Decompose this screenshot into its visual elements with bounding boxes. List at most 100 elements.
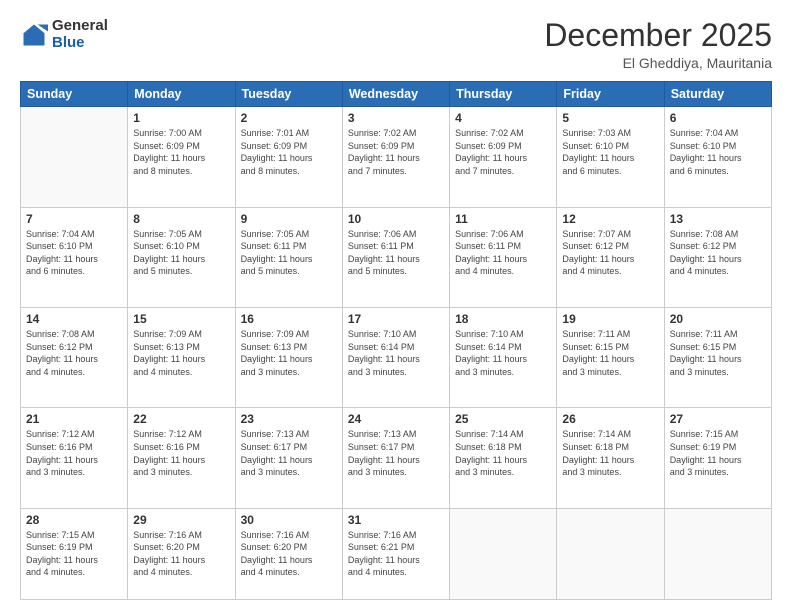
day-number: 31 [348, 513, 444, 527]
weekday-header-friday: Friday [557, 82, 664, 107]
calendar-cell: 29 Sunrise: 7:16 AMSunset: 6:20 PMDayligh… [128, 508, 235, 599]
day-info: Sunrise: 7:06 AMSunset: 6:11 PMDaylight:… [455, 228, 551, 278]
day-number: 21 [26, 412, 122, 426]
logo: General Blue [20, 18, 108, 51]
calendar-cell: 13 Sunrise: 7:08 AMSunset: 6:12 PMDayligh… [664, 207, 771, 307]
day-number: 9 [241, 212, 337, 226]
day-info: Sunrise: 7:05 AMSunset: 6:11 PMDaylight:… [241, 228, 337, 278]
day-number: 4 [455, 111, 551, 125]
day-info: Sunrise: 7:04 AMSunset: 6:10 PMDaylight:… [670, 127, 766, 177]
calendar-cell [664, 508, 771, 599]
day-number: 6 [670, 111, 766, 125]
day-info: Sunrise: 7:08 AMSunset: 6:12 PMDaylight:… [26, 328, 122, 378]
day-info: Sunrise: 7:02 AMSunset: 6:09 PMDaylight:… [455, 127, 551, 177]
day-number: 12 [562, 212, 658, 226]
day-number: 30 [241, 513, 337, 527]
calendar-week-4: 21 Sunrise: 7:12 AMSunset: 6:16 PMDayligh… [21, 408, 772, 508]
day-number: 19 [562, 312, 658, 326]
day-info: Sunrise: 7:14 AMSunset: 6:18 PMDaylight:… [562, 428, 658, 478]
day-info: Sunrise: 7:07 AMSunset: 6:12 PMDaylight:… [562, 228, 658, 278]
calendar-cell: 26Sunrise: 7:14 AMSunset: 6:18 PMDayligh… [557, 408, 664, 508]
weekday-header-tuesday: Tuesday [235, 82, 342, 107]
calendar-cell: 27 Sunrise: 7:15 AMSunset: 6:19 PMDayligh… [664, 408, 771, 508]
calendar-cell: 2 Sunrise: 7:01 AMSunset: 6:09 PMDaylight… [235, 107, 342, 207]
logo-text-general: General Blue [52, 18, 108, 51]
calendar-cell: 7 Sunrise: 7:04 AMSunset: 6:10 PMDaylight… [21, 207, 128, 307]
calendar-cell: 4 Sunrise: 7:02 AMSunset: 6:09 PMDaylight… [450, 107, 557, 207]
day-info: Sunrise: 7:12 AMSunset: 6:16 PMDaylight:… [133, 428, 229, 478]
weekday-header-sunday: Sunday [21, 82, 128, 107]
day-info: Sunrise: 7:13 AMSunset: 6:17 PMDaylight:… [241, 428, 337, 478]
day-info: Sunrise: 7:06 AMSunset: 6:11 PMDaylight:… [348, 228, 444, 278]
calendar-cell: 10 Sunrise: 7:06 AMSunset: 6:11 PMDayligh… [342, 207, 449, 307]
day-info: Sunrise: 7:08 AMSunset: 6:12 PMDaylight:… [670, 228, 766, 278]
day-number: 18 [455, 312, 551, 326]
day-number: 15 [133, 312, 229, 326]
calendar-cell: 18 Sunrise: 7:10 AMSunset: 6:14 PMDayligh… [450, 307, 557, 407]
day-info: Sunrise: 7:16 AMSunset: 6:20 PMDaylight:… [133, 529, 229, 579]
day-info: Sunrise: 7:05 AMSunset: 6:10 PMDaylight:… [133, 228, 229, 278]
calendar-cell: 17Sunrise: 7:10 AMSunset: 6:14 PMDayligh… [342, 307, 449, 407]
calendar-cell: 28Sunrise: 7:15 AMSunset: 6:19 PMDayligh… [21, 508, 128, 599]
weekday-header-wednesday: Wednesday [342, 82, 449, 107]
calendar-week-1: 1Sunrise: 7:00 AMSunset: 6:09 PMDaylight… [21, 107, 772, 207]
calendar-week-3: 14 Sunrise: 7:08 AMSunset: 6:12 PMDayligh… [21, 307, 772, 407]
logo-icon [20, 21, 48, 49]
calendar-cell: 20Sunrise: 7:11 AMSunset: 6:15 PMDayligh… [664, 307, 771, 407]
day-number: 22 [133, 412, 229, 426]
day-number: 7 [26, 212, 122, 226]
calendar-cell: 5Sunrise: 7:03 AMSunset: 6:10 PMDaylight… [557, 107, 664, 207]
calendar-cell: 22 Sunrise: 7:12 AMSunset: 6:16 PMDayligh… [128, 408, 235, 508]
calendar-cell: 8Sunrise: 7:05 AMSunset: 6:10 PMDaylight… [128, 207, 235, 307]
day-info: Sunrise: 7:16 AMSunset: 6:20 PMDaylight:… [241, 529, 337, 579]
day-info: Sunrise: 7:15 AMSunset: 6:19 PMDaylight:… [670, 428, 766, 478]
calendar-cell: 12 Sunrise: 7:07 AMSunset: 6:12 PMDayligh… [557, 207, 664, 307]
day-info: Sunrise: 7:04 AMSunset: 6:10 PMDaylight:… [26, 228, 122, 278]
calendar-cell: 11 Sunrise: 7:06 AMSunset: 6:11 PMDayligh… [450, 207, 557, 307]
day-number: 29 [133, 513, 229, 527]
calendar-cell: 25 Sunrise: 7:14 AMSunset: 6:18 PMDayligh… [450, 408, 557, 508]
calendar-cell: 14 Sunrise: 7:08 AMSunset: 6:12 PMDayligh… [21, 307, 128, 407]
day-number: 13 [670, 212, 766, 226]
month-title: December 2025 [544, 18, 772, 53]
day-number: 23 [241, 412, 337, 426]
calendar-cell: 21 Sunrise: 7:12 AMSunset: 6:16 PMDayligh… [21, 408, 128, 508]
page: General Blue December 2025 El Gheddiya, … [0, 0, 792, 612]
day-info: Sunrise: 7:11 AMSunset: 6:15 PMDaylight:… [670, 328, 766, 378]
day-info: Sunrise: 7:01 AMSunset: 6:09 PMDaylight:… [241, 127, 337, 177]
calendar-cell: 16Sunrise: 7:09 AMSunset: 6:13 PMDayligh… [235, 307, 342, 407]
day-number: 3 [348, 111, 444, 125]
day-number: 11 [455, 212, 551, 226]
day-info: Sunrise: 7:11 AMSunset: 6:15 PMDaylight:… [562, 328, 658, 378]
day-number: 10 [348, 212, 444, 226]
calendar-cell: 6 Sunrise: 7:04 AMSunset: 6:10 PMDaylight… [664, 107, 771, 207]
day-info: Sunrise: 7:15 AMSunset: 6:19 PMDaylight:… [26, 529, 122, 579]
day-info: Sunrise: 7:16 AMSunset: 6:21 PMDaylight:… [348, 529, 444, 579]
title-block: December 2025 El Gheddiya, Mauritania [544, 18, 772, 71]
day-info: Sunrise: 7:09 AMSunset: 6:13 PMDaylight:… [133, 328, 229, 378]
day-number: 14 [26, 312, 122, 326]
calendar-cell: 1Sunrise: 7:00 AMSunset: 6:09 PMDaylight… [128, 107, 235, 207]
day-number: 27 [670, 412, 766, 426]
day-info: Sunrise: 7:13 AMSunset: 6:17 PMDaylight:… [348, 428, 444, 478]
day-info: Sunrise: 7:00 AMSunset: 6:09 PMDaylight:… [133, 127, 229, 177]
day-info: Sunrise: 7:12 AMSunset: 6:16 PMDaylight:… [26, 428, 122, 478]
calendar-cell: 23 Sunrise: 7:13 AMSunset: 6:17 PMDayligh… [235, 408, 342, 508]
weekday-header-saturday: Saturday [664, 82, 771, 107]
day-info: Sunrise: 7:10 AMSunset: 6:14 PMDaylight:… [455, 328, 551, 378]
day-info: Sunrise: 7:02 AMSunset: 6:09 PMDaylight:… [348, 127, 444, 177]
day-info: Sunrise: 7:14 AMSunset: 6:18 PMDaylight:… [455, 428, 551, 478]
day-number: 5 [562, 111, 658, 125]
day-number: 2 [241, 111, 337, 125]
weekday-header-thursday: Thursday [450, 82, 557, 107]
day-info: Sunrise: 7:10 AMSunset: 6:14 PMDaylight:… [348, 328, 444, 378]
day-number: 16 [241, 312, 337, 326]
calendar-week-5: 28Sunrise: 7:15 AMSunset: 6:19 PMDayligh… [21, 508, 772, 599]
header: General Blue December 2025 El Gheddiya, … [20, 18, 772, 71]
calendar-cell: 15 Sunrise: 7:09 AMSunset: 6:13 PMDayligh… [128, 307, 235, 407]
calendar-cell: 24Sunrise: 7:13 AMSunset: 6:17 PMDayligh… [342, 408, 449, 508]
calendar-cell [450, 508, 557, 599]
weekday-header-row: SundayMondayTuesdayWednesdayThursdayFrid… [21, 82, 772, 107]
day-number: 25 [455, 412, 551, 426]
calendar-table: SundayMondayTuesdayWednesdayThursdayFrid… [20, 81, 772, 600]
